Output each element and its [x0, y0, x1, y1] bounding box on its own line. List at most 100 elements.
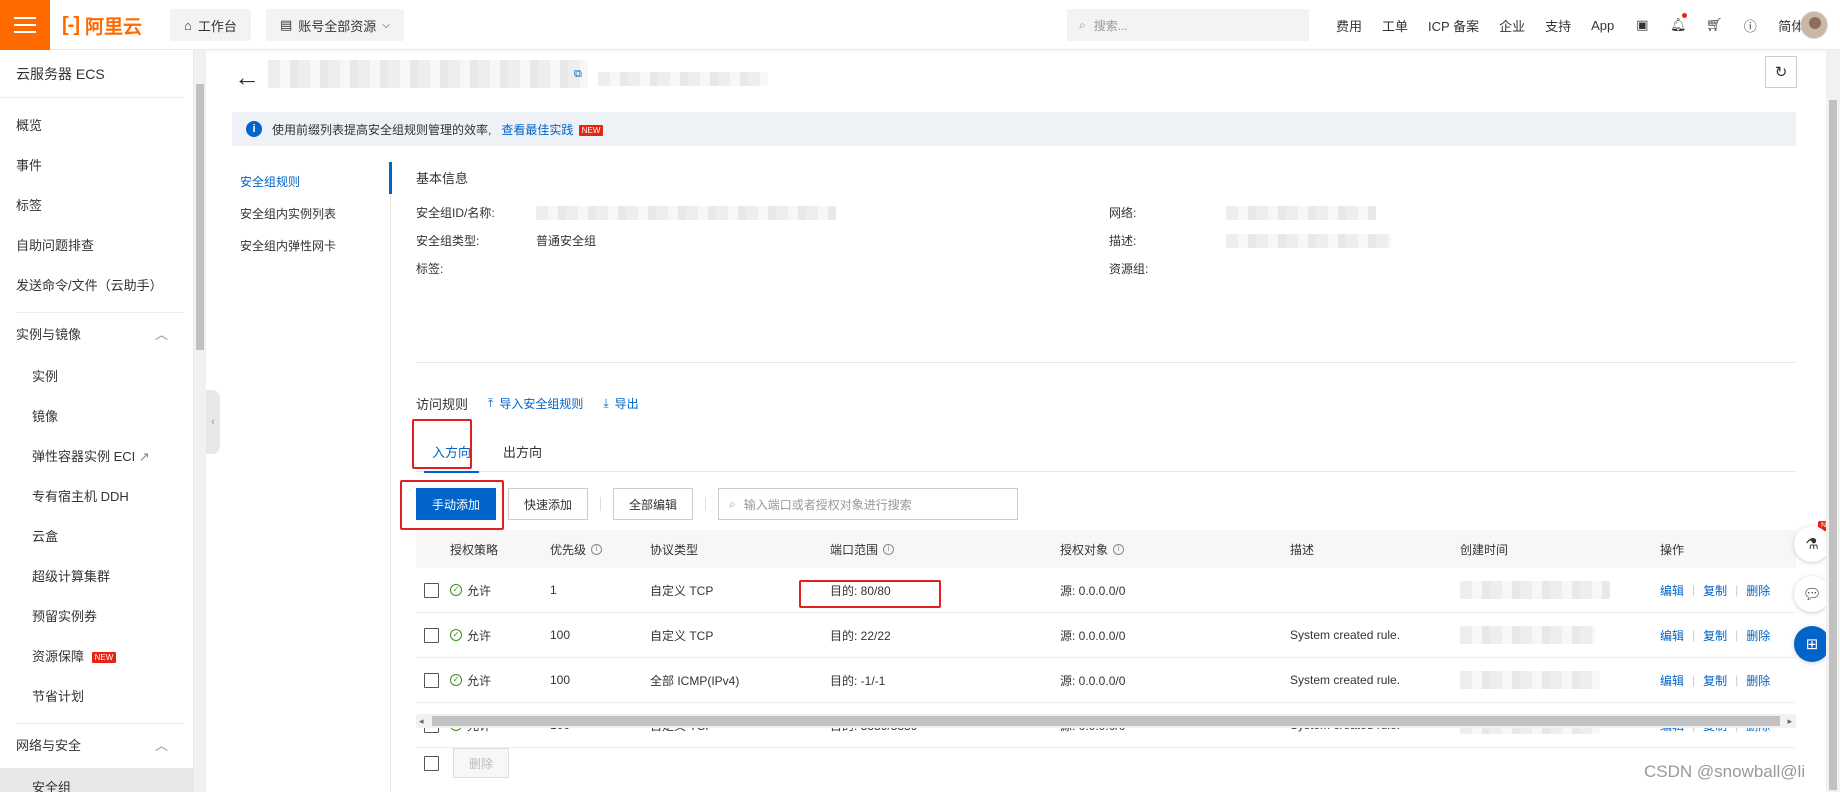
- edit-rule-link[interactable]: 编辑: [1660, 582, 1684, 599]
- home-icon: ⌂: [184, 17, 192, 33]
- download-icon: ⤓: [603, 396, 609, 410]
- row-checkbox[interactable]: [424, 582, 439, 598]
- quick-add-button[interactable]: 快速添加: [508, 488, 588, 520]
- subnav-rules[interactable]: 安全组规则: [240, 166, 336, 198]
- sidebar-item-reserved[interactable]: 预留实例券: [0, 597, 193, 637]
- sidebar-item-savings-plan[interactable]: 节省计划: [0, 677, 193, 717]
- delete-rule-link[interactable]: 删除: [1746, 582, 1770, 599]
- info-label-type: 安全组类型:: [416, 234, 480, 248]
- direction-tabs: 入方向 出方向: [416, 430, 1796, 473]
- row-checkbox[interactable]: [424, 627, 439, 643]
- bulk-delete-button[interactable]: 删除: [453, 748, 509, 778]
- back-arrow-icon[interactable]: ←: [234, 62, 260, 93]
- page-scrollbar[interactable]: [1826, 50, 1840, 792]
- best-practice-link[interactable]: 查看最佳实践 NEW: [501, 121, 604, 138]
- global-search-input[interactable]: ⌕ 搜索...: [1067, 9, 1309, 41]
- cart-icon[interactable]: 🛒︎: [1696, 0, 1732, 50]
- workbench-label: 工作台: [197, 18, 237, 34]
- subnav-instances[interactable]: 安全组内实例列表: [240, 198, 336, 230]
- scrollbar-thumb[interactable]: [432, 716, 1780, 726]
- user-avatar[interactable]: [1800, 11, 1828, 39]
- new-badge: NEW: [91, 652, 117, 664]
- copy-icon[interactable]: ⧉: [574, 68, 582, 81]
- sidebar-scrollbar[interactable]: [194, 50, 206, 792]
- import-rules-link[interactable]: ⤒ 导入安全组规则: [488, 395, 583, 412]
- account-resources-dropdown[interactable]: ▤ 账号全部资源 ⌵: [266, 9, 404, 41]
- edit-all-button[interactable]: 全部编辑: [613, 488, 693, 520]
- sidebar-item-overview[interactable]: 概览: [0, 106, 193, 146]
- lab-flask-icon[interactable]: ⚗: [1794, 526, 1830, 562]
- filter-placeholder: 输入端口或者授权对象进行搜索: [743, 497, 912, 512]
- header-priority: 优先级 i: [550, 541, 603, 558]
- help-circle-icon[interactable]: i: [591, 543, 603, 555]
- help-icon[interactable]: ⓘ: [1732, 0, 1768, 50]
- help-circle-icon[interactable]: i: [883, 543, 895, 555]
- row-checkbox[interactable]: [424, 672, 439, 688]
- link-app[interactable]: App: [1581, 18, 1624, 33]
- link-icp[interactable]: ICP 备案: [1418, 16, 1489, 35]
- security-group-id-redacted: [598, 72, 768, 86]
- terminal-icon[interactable]: ▣: [1624, 0, 1660, 50]
- sidebar-group-network[interactable]: 网络与安全 ︿: [0, 724, 184, 768]
- sidebar-item-images[interactable]: 镜像: [0, 397, 193, 437]
- subnav-eni[interactable]: 安全组内弹性网卡: [240, 230, 336, 262]
- chat-bubble-icon[interactable]: 💬︎: [1794, 576, 1830, 612]
- sidebar-group-instances[interactable]: 实例与镜像 ︿: [0, 313, 184, 357]
- select-all-checkbox[interactable]: [424, 755, 439, 771]
- sidebar-item-troubleshoot[interactable]: 自助问题排查: [0, 226, 193, 266]
- header-source-label: 授权对象: [1060, 542, 1109, 557]
- sidebar-item-tags[interactable]: 标签: [0, 186, 193, 226]
- sidebar-item-resource-assurance[interactable]: 资源保障 NEW: [0, 637, 193, 677]
- delete-rule-link[interactable]: 删除: [1746, 672, 1770, 689]
- export-rules-link[interactable]: ⤓ 导出: [603, 395, 638, 412]
- info-label-network: 网络:: [1109, 206, 1137, 220]
- aliyun-logo[interactable]: [-] 阿里云: [62, 12, 142, 38]
- row-protocol: 自定义 TCP: [650, 628, 714, 643]
- edit-rule-link[interactable]: 编辑: [1660, 627, 1684, 644]
- bell-icon[interactable]: 🔔︎: [1660, 0, 1696, 50]
- sidebar-item-security-group[interactable]: 安全组: [0, 768, 193, 792]
- check-circle-icon: ✓: [450, 674, 462, 686]
- copy-rule-link[interactable]: 复制: [1703, 582, 1727, 599]
- row-description: System created rule.: [1290, 673, 1401, 687]
- refresh-button[interactable]: ↻: [1765, 56, 1797, 88]
- hamburger-menu-icon[interactable]: [0, 0, 50, 50]
- workbench-button[interactable]: ⌂ 工作台: [170, 9, 251, 41]
- copy-rule-link[interactable]: 复制: [1703, 627, 1727, 644]
- delete-rule-link[interactable]: 删除: [1746, 627, 1770, 644]
- row-source: 源: 0.0.0.0/0: [1060, 673, 1126, 688]
- scroll-left-icon[interactable]: ◂: [419, 714, 424, 728]
- table-horizontal-scrollbar[interactable]: ◂ ▸: [416, 714, 1796, 728]
- main-content: ← ⧉ ↻ i 使用前缀列表提高安全组规则管理的效率, 查看最佳实践 NEW 安…: [206, 50, 1820, 792]
- link-billing[interactable]: 费用: [1326, 16, 1372, 35]
- info-label-tags: 标签:: [416, 262, 444, 276]
- rule-filter-input[interactable]: ⌕ 输入端口或者授权对象进行搜索: [718, 488, 1018, 520]
- sidebar-item-eci[interactable]: 弹性容器实例 ECI ↗: [0, 437, 193, 477]
- sidebar-item-instances[interactable]: 实例: [0, 357, 193, 397]
- tab-outbound[interactable]: 出方向: [487, 430, 558, 472]
- link-support[interactable]: 支持: [1535, 16, 1581, 35]
- copy-rule-link[interactable]: 复制: [1703, 672, 1727, 689]
- apps-grid-icon[interactable]: ⊞: [1794, 626, 1830, 662]
- sidebar-title: 云服务器 ECS: [0, 50, 184, 98]
- sidebar-item-scc[interactable]: 超级计算集群: [0, 557, 193, 597]
- sidebar-item-cloudbox[interactable]: 云盒: [0, 517, 193, 557]
- chevron-up-icon: ︿: [154, 327, 168, 342]
- basic-info-title: 基本信息: [416, 171, 469, 186]
- edit-rule-link[interactable]: 编辑: [1660, 672, 1684, 689]
- scroll-right-icon[interactable]: ▸: [1787, 714, 1792, 728]
- table-row: ✓ 允许 100 自定义 TCP 目的: 22/22 源: 0.0.0.0/0 S…: [416, 613, 1796, 658]
- link-tickets[interactable]: 工单: [1372, 16, 1418, 35]
- link-enterprise[interactable]: 企业: [1489, 16, 1535, 35]
- chevron-down-icon: ⌵: [382, 19, 390, 31]
- sidebar-item-ddh[interactable]: 专有宿主机 DDH: [0, 477, 193, 517]
- sidebar-item-cloud-assistant[interactable]: 发送命令/文件（云助手）: [0, 266, 193, 306]
- header-actions: 操作: [1660, 542, 1685, 557]
- toolbar-separator: [705, 497, 706, 511]
- top-links: 费用 工单 ICP 备案 企业 支持 App ▣ 🔔︎ 🛒︎ ⓘ 简体: [1326, 0, 1814, 50]
- header-source: 授权对象 i: [1060, 541, 1125, 558]
- sidebar-item-events[interactable]: 事件: [0, 146, 193, 186]
- export-rules-label: 导出: [614, 397, 639, 411]
- help-circle-icon[interactable]: i: [1113, 543, 1125, 555]
- aliyun-logo-mark-icon: [-]: [62, 13, 80, 36]
